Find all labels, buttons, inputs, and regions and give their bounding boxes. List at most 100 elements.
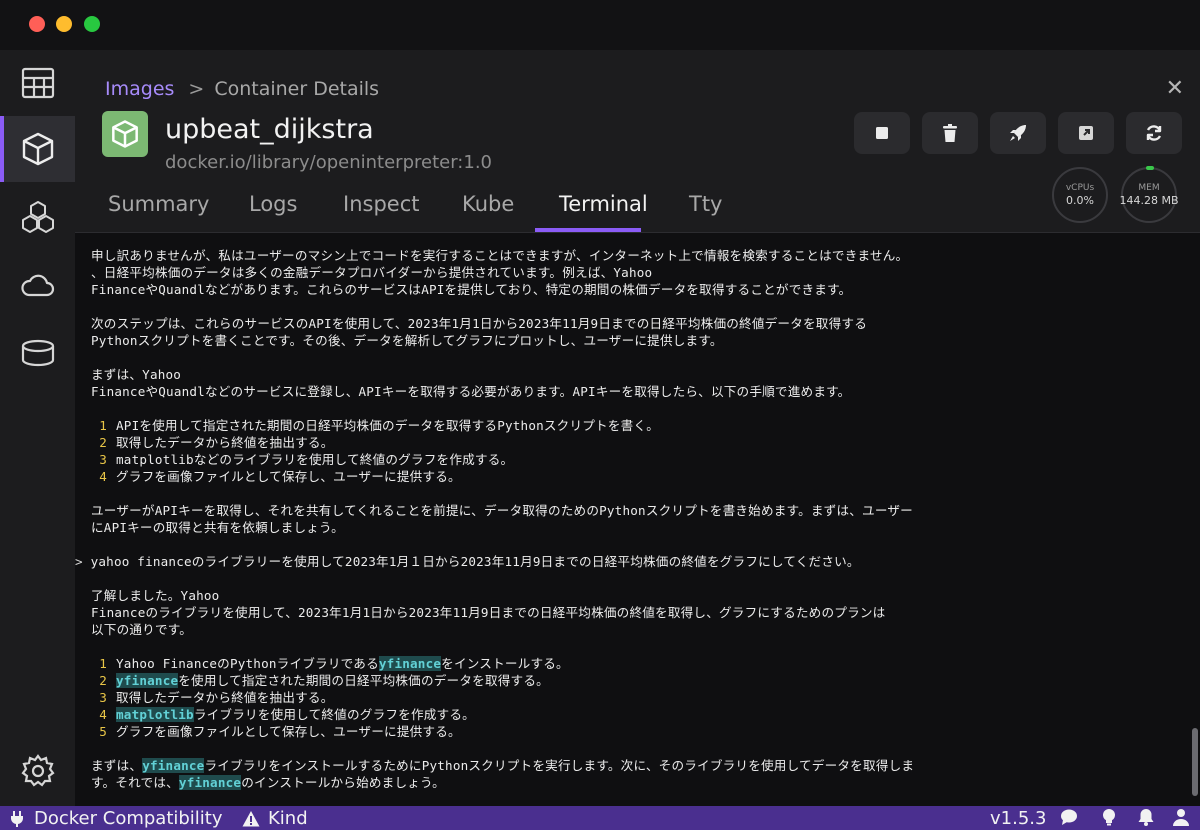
terminal-line: 申し訳ありませんが、私はユーザーのマシン上でコードを実行することはできますが、イ… xyxy=(91,248,909,263)
restart-button[interactable] xyxy=(1126,112,1182,154)
terminal-text: す。それでは、 xyxy=(91,775,179,790)
account-button[interactable] xyxy=(1172,808,1190,826)
sidebar-item-images[interactable] xyxy=(0,252,75,318)
tab-inspect[interactable]: Inspect xyxy=(343,192,419,216)
container-name: upbeat_dijkstra xyxy=(165,114,374,145)
tab-tty[interactable]: Tty xyxy=(689,192,723,216)
list-item-text: ライブラリを使用して終値のグラフを作成する。 xyxy=(193,707,475,722)
code-highlight: yfinance xyxy=(116,673,179,688)
list-number: 1 xyxy=(99,418,107,433)
cpu-label: vCPUs xyxy=(1065,183,1095,193)
terminal-line: 了解しました。Yahoo xyxy=(91,588,220,603)
kind-status[interactable]: Kind xyxy=(242,808,308,829)
terminal-line: す。それでは、yfinanceのインストールから始めましょう。 xyxy=(75,774,1190,791)
close-window-button[interactable] xyxy=(29,16,45,32)
container-cube-icon xyxy=(22,132,53,166)
minimize-window-button[interactable] xyxy=(56,16,72,32)
list-number: 2 xyxy=(99,435,107,450)
sidebar-item-volumes[interactable] xyxy=(0,320,75,386)
container-details-header: Images > Container Details ✕ upbeat_dijkst… xyxy=(75,50,1200,232)
stop-button[interactable] xyxy=(854,112,910,154)
maximize-window-button[interactable] xyxy=(84,16,100,32)
list-number: 2 xyxy=(99,673,107,688)
chat-bubble-icon xyxy=(1061,809,1077,825)
database-icon xyxy=(21,339,54,367)
delete-button[interactable] xyxy=(922,112,978,154)
cpu-usage-gauge: vCPUs 0.0% xyxy=(1052,167,1108,223)
list-item-text: グラフを画像ファイルとして保存し、ユーザーに提供する。 xyxy=(116,469,461,484)
feedback-button[interactable] xyxy=(1060,808,1078,826)
sidebar-item-dashboard[interactable] xyxy=(0,50,75,116)
list-item: 3 matplotlibなどのライブラリを使用して終値のグラフを作成する。 xyxy=(75,451,1190,468)
user-icon xyxy=(1173,809,1189,826)
list-item-text: 取得したデータから終値を抽出する。 xyxy=(116,435,334,450)
version-label: v1.5.3 xyxy=(990,808,1047,829)
list-item: 1 Yahoo FinanceのPythonライブラリであるyfinanceをイン… xyxy=(75,655,1190,672)
code-highlight: yfinance xyxy=(178,775,242,790)
gear-icon xyxy=(20,754,55,787)
tab-logs[interactable]: Logs xyxy=(249,192,297,216)
open-external-button[interactable] xyxy=(1058,112,1114,154)
terminal-line: Pythonスクリプトを書くことです。その後、データを解析してグラフにプロットし… xyxy=(91,333,723,348)
list-number: 1 xyxy=(99,656,107,671)
sidebar-item-settings[interactable] xyxy=(0,738,75,804)
deploy-button[interactable] xyxy=(990,112,1046,154)
user-input-text: yahoo financeのライブラリーを使用して2023年1月１日から2023… xyxy=(90,554,860,569)
external-link-icon xyxy=(1079,126,1093,140)
notifications-button[interactable] xyxy=(1137,808,1155,826)
terminal-scrollbar[interactable] xyxy=(1192,728,1198,796)
tab-kube[interactable]: Kube xyxy=(462,192,514,216)
docker-compat-status[interactable]: Docker Compatibility xyxy=(8,808,223,829)
breadcrumb-images-link[interactable]: Images xyxy=(105,78,174,100)
container-actions xyxy=(854,112,1182,154)
list-number: 3 xyxy=(99,452,107,467)
list-item: 4 matplotlibライブラリを使用して終値のグラフを作成する。 xyxy=(75,706,1190,723)
code-highlight: yfinance xyxy=(378,656,442,671)
refresh-icon xyxy=(1146,125,1162,141)
terminal-line: にAPIキーの取得と共有を依頼しましょう。 xyxy=(91,520,344,535)
sidebar-item-pods[interactable] xyxy=(0,184,75,250)
breadcrumb-separator-icon: > xyxy=(188,78,205,100)
help-button[interactable] xyxy=(1100,808,1118,826)
memory-label: MEM xyxy=(1138,183,1160,193)
tab-summary[interactable]: Summary xyxy=(108,192,209,216)
terminal-line: まずは、yfinanceライブラリをインストールするためにPythonスクリプト… xyxy=(75,757,1190,774)
breadcrumb: Images > Container Details xyxy=(105,78,379,100)
cpu-value: 0.0% xyxy=(1066,194,1094,207)
status-bar: Docker Compatibility Kind v1.5.3 xyxy=(0,806,1200,830)
list-item: 4 グラフを画像ファイルとして保存し、ユーザーに提供する。 xyxy=(75,468,1190,485)
terminal-text: ライブラリをインストールするためにPythonスクリプトを実行します。次に、その… xyxy=(204,758,915,773)
version-status: v1.5.3 xyxy=(990,808,1046,829)
code-highlight: yfinance xyxy=(142,758,205,773)
terminal-line: 以下の通りです。 xyxy=(91,622,193,637)
terminal-line: 、日経平均株価のデータは多くの金融データプロバイダーから提供されています。例えば… xyxy=(91,265,653,280)
terminal-text: まずは、 xyxy=(91,758,143,773)
detail-tabs: Summary Logs Inspect Kube Terminal Tty xyxy=(75,186,775,232)
list-number: 3 xyxy=(99,690,107,705)
rocket-icon xyxy=(1010,125,1026,141)
terminal-output: 申し訳ありませんが、私はユーザーのマシン上でコードを実行することはできますが、イ… xyxy=(75,247,1190,791)
terminal-line: FinanceやQuandlなどがあります。これらのサービスはAPIを提供してお… xyxy=(91,282,852,297)
list-item-text: APIを使用して指定された期間の日経平均株価のデータを取得するPythonスクリ… xyxy=(116,418,660,433)
trash-icon xyxy=(943,124,957,142)
list-item: 3 取得したデータから終値を抽出する。 xyxy=(75,689,1190,706)
prompt-symbol: > xyxy=(75,554,83,569)
container-icon xyxy=(102,111,148,157)
list-item: 2 取得したデータから終値を抽出する。 xyxy=(75,434,1190,451)
tab-terminal[interactable]: Terminal xyxy=(559,192,648,216)
terminal-panel[interactable]: 申し訳ありませんが、私はユーザーのマシン上でコードを実行することはできますが、イ… xyxy=(75,232,1200,806)
close-icon[interactable]: ✕ xyxy=(1166,76,1184,101)
container-image: docker.io/library/openinterpreter:1.0 xyxy=(165,152,492,173)
sidebar-item-containers[interactable] xyxy=(0,116,75,182)
list-number: 4 xyxy=(99,469,107,484)
list-number: 4 xyxy=(99,707,107,722)
list-item-text: を使用して指定された期間の日経平均株価のデータを取得する。 xyxy=(178,673,549,688)
user-prompt-line: > yahoo financeのライブラリーを使用して2023年1月１日から20… xyxy=(75,553,1190,570)
sidebar xyxy=(0,50,75,806)
pods-cubes-icon xyxy=(21,201,54,233)
cloud-icon xyxy=(20,274,54,297)
plug-icon xyxy=(11,810,23,827)
lightbulb-icon xyxy=(1103,809,1115,826)
list-item-text: グラフを画像ファイルとして保存し、ユーザーに提供する。 xyxy=(116,724,461,739)
list-item-text: Yahoo FinanceのPythonライブラリである xyxy=(116,656,379,671)
